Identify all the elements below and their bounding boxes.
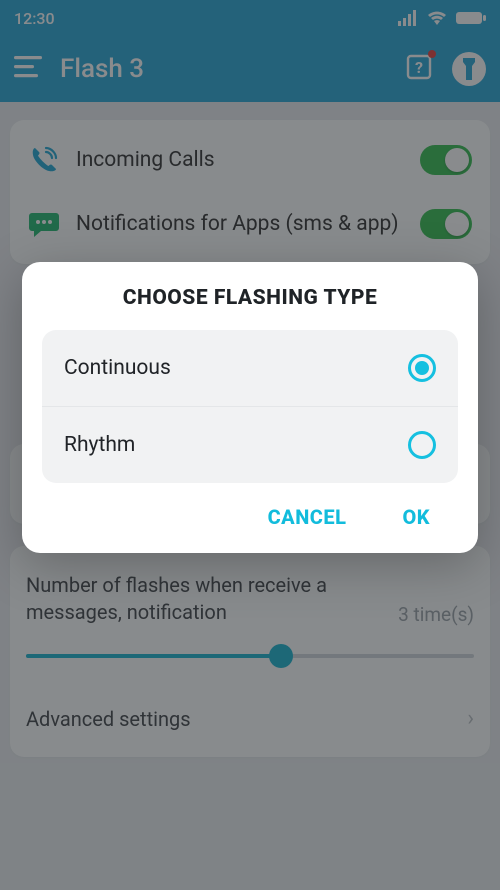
option-label: Rhythm: [64, 433, 408, 457]
dialog-options: Continuous Rhythm: [42, 330, 458, 483]
ok-button[interactable]: OK: [402, 505, 430, 529]
dialog-title: CHOOSE FLASHING TYPE: [42, 286, 458, 310]
option-label: Continuous: [64, 356, 408, 380]
option-rhythm[interactable]: Rhythm: [42, 406, 458, 483]
option-continuous[interactable]: Continuous: [42, 330, 458, 406]
radio-continuous[interactable]: [408, 354, 436, 382]
dialog-actions: CANCEL OK: [42, 483, 458, 539]
radio-rhythm[interactable]: [408, 431, 436, 459]
cancel-button[interactable]: CANCEL: [268, 505, 347, 529]
flashing-type-dialog: CHOOSE FLASHING TYPE Continuous Rhythm C…: [22, 262, 478, 553]
